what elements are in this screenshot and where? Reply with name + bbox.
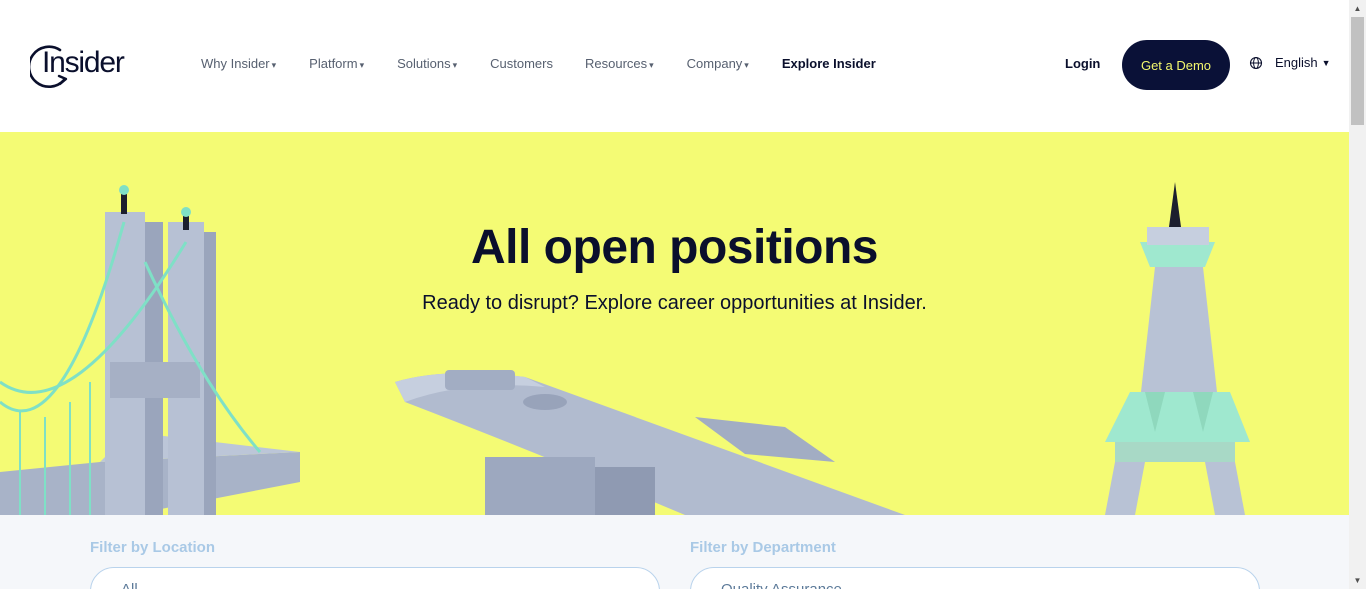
filter-department-value: Quality Assurance xyxy=(721,581,842,589)
hero-banner: All open positions Ready to disrupt? Exp… xyxy=(0,132,1349,515)
nav-label: Solutions xyxy=(397,56,451,71)
globe-icon xyxy=(1249,56,1263,69)
get-a-demo-button[interactable]: Get a Demo xyxy=(1122,40,1230,90)
language-selector[interactable]: English ▼ xyxy=(1249,55,1331,70)
nav-label: Why Insider xyxy=(201,56,270,71)
scroll-thumb[interactable] xyxy=(1351,17,1364,125)
filter-location-value: All xyxy=(121,581,138,589)
nav-why-insider[interactable]: Why Insider ▾ xyxy=(201,56,276,71)
login-link[interactable]: Login xyxy=(1065,56,1100,71)
filter-department-select[interactable]: Quality Assurance xyxy=(690,567,1260,589)
page-scrollbar[interactable]: ▲ ▼ xyxy=(1349,0,1366,589)
language-label: English xyxy=(1275,55,1318,70)
nav-company[interactable]: Company ▾ xyxy=(687,56,749,71)
nav-explore-insider[interactable]: Explore Insider xyxy=(782,56,876,71)
filter-location-label: Filter by Location xyxy=(90,539,216,556)
site-header: Insider Why Insider ▾ Platform ▾ Solutions… xyxy=(0,0,1349,132)
caret-down-icon: ▼ xyxy=(1321,57,1331,68)
nav-solutions[interactable]: Solutions ▾ xyxy=(397,56,457,71)
insider-logo[interactable]: Insider xyxy=(30,40,134,90)
caret-down-icon: ▾ xyxy=(452,59,458,70)
nav-label: Company xyxy=(686,56,743,71)
nav-label: Customers xyxy=(490,56,553,71)
caret-down-icon: ▾ xyxy=(649,59,654,70)
logo-text: Insider xyxy=(42,46,125,79)
scroll-up-icon[interactable]: ▲ xyxy=(1349,0,1366,17)
nav-customers[interactable]: Customers xyxy=(490,56,553,71)
building-illustration xyxy=(395,370,905,515)
scroll-down-icon[interactable]: ▼ xyxy=(1349,572,1366,589)
nav-label: Explore Insider xyxy=(781,56,876,71)
nav-label: Resources xyxy=(584,56,648,71)
filter-location-select[interactable]: All xyxy=(90,567,660,589)
bridge-illustration xyxy=(0,185,300,515)
caret-down-icon: ▾ xyxy=(744,59,749,70)
main-nav: Why Insider ▾ Platform ▾ Solutions ▾ Custom… xyxy=(201,56,876,71)
caret-down-icon: ▾ xyxy=(271,59,277,70)
page-subtitle: Ready to disrupt? Explore career opportu… xyxy=(422,292,927,314)
nav-resources[interactable]: Resources ▾ xyxy=(585,56,654,71)
job-filters: Filter by Location All Filter by Departm… xyxy=(0,515,1349,589)
filter-department-label: Filter by Department xyxy=(690,539,836,556)
nav-label: Platform xyxy=(309,56,358,71)
caret-down-icon: ▾ xyxy=(359,59,365,70)
nav-platform[interactable]: Platform ▾ xyxy=(309,56,364,71)
page-title: All open positions xyxy=(471,221,879,274)
